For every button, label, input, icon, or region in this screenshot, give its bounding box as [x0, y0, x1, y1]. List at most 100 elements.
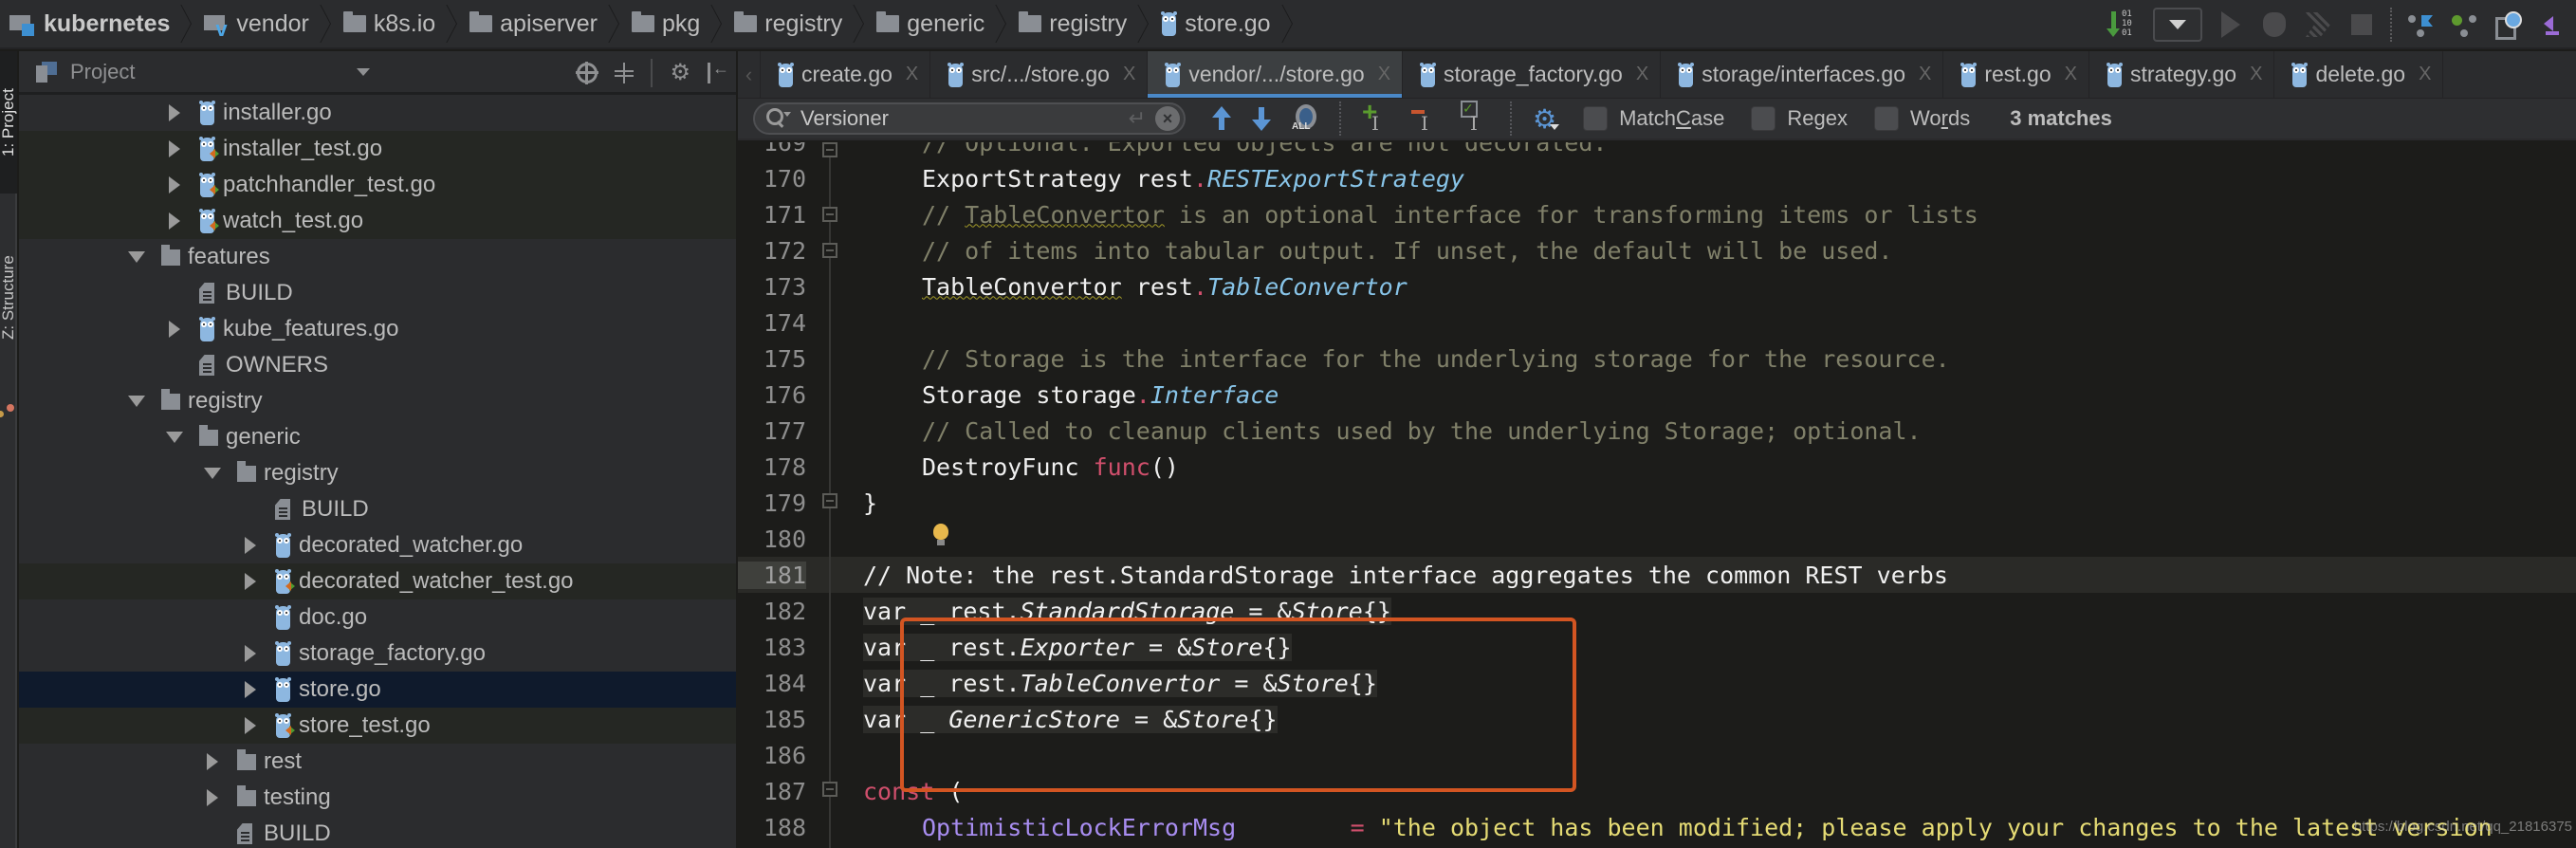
- search-icon[interactable]: [766, 108, 791, 129]
- tree-item[interactable]: store_test.go: [19, 708, 736, 744]
- close-tab-icon[interactable]: X: [906, 64, 918, 85]
- tree-item[interactable]: installer_test.go: [19, 131, 736, 167]
- collapsed-arrow-icon[interactable]: [163, 210, 186, 232]
- breadcrumb-item[interactable]: store.go: [1155, 0, 1298, 47]
- tree-item[interactable]: doc.go: [19, 599, 736, 636]
- find-option-checkbox[interactable]: Match Case: [1583, 106, 1724, 131]
- expanded-arrow-icon[interactable]: [125, 390, 148, 413]
- stop-icon[interactable]: [2346, 9, 2377, 40]
- editor-tab[interactable]: create.go X: [761, 51, 931, 98]
- close-tab-icon[interactable]: X: [2250, 64, 2262, 85]
- tree-item[interactable]: testing: [19, 780, 736, 816]
- breadcrumb-item[interactable]: registry: [1013, 0, 1155, 47]
- run-config-dropdown[interactable]: [2153, 8, 2202, 42]
- expanded-arrow-icon[interactable]: [163, 426, 186, 449]
- tree-item[interactable]: store.go: [19, 672, 736, 708]
- select-all-occurrences-icon[interactable]: [1461, 101, 1489, 135]
- tree-item[interactable]: registry: [19, 383, 736, 419]
- tool-window-project[interactable]: 1: Project: [0, 51, 17, 194]
- tree-item[interactable]: BUILD: [19, 816, 736, 848]
- vcs-update-icon[interactable]: [2405, 9, 2436, 40]
- code-area[interactable]: 188 OptimisticLockErrorMsg = "the object …: [738, 142, 2576, 848]
- breadcrumb-item[interactable]: generic: [871, 0, 1013, 47]
- breadcrumb-item[interactable]: vendor: [198, 0, 337, 47]
- fold-marker[interactable]: [822, 493, 837, 508]
- editor-tab[interactable]: rest.go X: [1943, 51, 2089, 98]
- close-tab-icon[interactable]: X: [1378, 64, 1390, 85]
- fold-marker[interactable]: [822, 142, 837, 157]
- close-tab-icon[interactable]: X: [1123, 64, 1135, 85]
- checkbox[interactable]: [1583, 106, 1609, 131]
- lightbulb-icon[interactable]: [933, 524, 948, 546]
- tree-item[interactable]: kube_features.go: [19, 311, 736, 347]
- tree-item[interactable]: registry: [19, 455, 736, 491]
- tree-item[interactable]: generic: [19, 419, 736, 455]
- next-occurrence-icon[interactable]: [1252, 106, 1271, 131]
- collapsed-arrow-icon[interactable]: [239, 642, 262, 665]
- find-option-checkbox[interactable]: Wo r ds: [1874, 106, 1970, 131]
- vcs-commit-icon[interactable]: [2449, 9, 2479, 40]
- vcs-push-icon[interactable]: [2536, 9, 2567, 40]
- editor-tab[interactable]: delete.go X: [2274, 51, 2444, 98]
- tree-item[interactable]: rest: [19, 744, 736, 780]
- close-tab-icon[interactable]: X: [2419, 64, 2431, 85]
- collapsed-arrow-icon[interactable]: [163, 138, 186, 160]
- editor-tab[interactable]: src/.../store.go X: [930, 51, 1149, 98]
- checkbox[interactable]: [1751, 106, 1776, 131]
- close-tab-icon[interactable]: X: [2065, 64, 2077, 85]
- collapsed-arrow-icon[interactable]: [163, 174, 186, 196]
- previous-occurrence-icon[interactable]: [1212, 106, 1231, 131]
- expanded-arrow-icon[interactable]: [201, 462, 224, 485]
- debug-icon[interactable]: [2259, 9, 2290, 40]
- hide-panel-icon[interactable]: [708, 59, 729, 83]
- search-input[interactable]: [800, 106, 1129, 131]
- editor-tab[interactable]: storage/interfaces.go X: [1661, 51, 1944, 98]
- find-all-icon[interactable]: [1292, 104, 1318, 133]
- tree-item[interactable]: installer.go: [19, 95, 736, 131]
- collapse-all-icon[interactable]: [615, 63, 635, 83]
- breadcrumb-item[interactable]: pkg: [626, 0, 728, 47]
- close-tab-icon[interactable]: X: [1919, 64, 1931, 85]
- collapsed-arrow-icon[interactable]: [201, 750, 224, 773]
- search-settings-gear-icon[interactable]: ⚙: [1533, 103, 1560, 135]
- tree-item[interactable]: features: [19, 239, 736, 275]
- tree-item[interactable]: storage_factory.go: [19, 636, 736, 672]
- run-icon[interactable]: [2216, 9, 2246, 40]
- tree-item[interactable]: watch_test.go: [19, 203, 736, 239]
- checkbox[interactable]: [1874, 106, 1900, 131]
- collapsed-arrow-icon[interactable]: [163, 101, 186, 124]
- gear-icon[interactable]: ⚙: [670, 62, 690, 84]
- close-tab-icon[interactable]: X: [1636, 64, 1648, 85]
- tree-item[interactable]: decorated_watcher_test.go: [19, 563, 736, 599]
- coverage-icon[interactable]: [2303, 9, 2333, 40]
- clear-search-icon[interactable]: ×: [1155, 106, 1180, 131]
- fold-marker[interactable]: [822, 243, 837, 258]
- tabs-scroll-left[interactable]: ‹: [738, 51, 761, 98]
- chevron-down-icon[interactable]: [357, 68, 370, 76]
- tool-window-structure[interactable]: Z: Structure: [0, 194, 17, 402]
- collapsed-arrow-icon[interactable]: [201, 786, 224, 809]
- breadcrumb-item[interactable]: kubernetes: [4, 0, 198, 47]
- tree-item[interactable]: patchhandler_test.go: [19, 167, 736, 203]
- remove-selection-icon[interactable]: [1411, 104, 1440, 135]
- collapsed-arrow-icon[interactable]: [239, 678, 262, 701]
- add-selection-icon[interactable]: [1362, 97, 1390, 135]
- tree-item[interactable]: BUILD: [19, 275, 736, 311]
- fold-marker[interactable]: [822, 782, 837, 797]
- editor-tab[interactable]: storage_factory.go X: [1403, 51, 1662, 98]
- expanded-arrow-icon[interactable]: [125, 246, 148, 268]
- vcs-history-icon[interactable]: [2493, 9, 2523, 40]
- breadcrumb-item[interactable]: apiserver: [464, 0, 626, 47]
- build-icon[interactable]: 01 10 01: [2107, 9, 2140, 40]
- project-view-selector[interactable]: Project: [70, 60, 135, 84]
- collapsed-arrow-icon[interactable]: [239, 534, 262, 557]
- editor-tab[interactable]: strategy.go X: [2089, 51, 2275, 98]
- editor-tab[interactable]: vendor/.../store.go X: [1148, 51, 1404, 98]
- tree-item[interactable]: decorated_watcher.go: [19, 527, 736, 563]
- fold-marker[interactable]: [822, 207, 837, 222]
- collapsed-arrow-icon[interactable]: [239, 570, 262, 593]
- collapsed-arrow-icon[interactable]: [239, 714, 262, 737]
- scroll-from-source-icon[interactable]: [576, 62, 599, 84]
- collapsed-arrow-icon[interactable]: [163, 318, 186, 341]
- tree-item[interactable]: OWNERS: [19, 347, 736, 383]
